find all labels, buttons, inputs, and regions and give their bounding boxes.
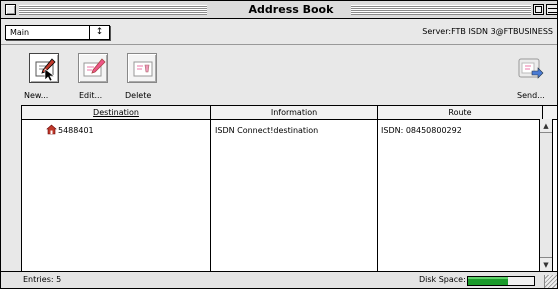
delete-card-icon — [133, 61, 153, 77]
delete-button-label[interactable]: Delete — [125, 91, 151, 100]
send-icon — [518, 58, 544, 79]
delete-entry-button[interactable] — [127, 53, 157, 83]
disk-space-meter — [467, 276, 535, 286]
scroll-up-arrow-icon[interactable]: ▲ — [540, 119, 552, 133]
address-table: Destination Information Route 5488401 IS… — [21, 105, 557, 271]
disk-space-label: Disk Space: — [419, 275, 466, 284]
new-entry-button[interactable] — [29, 53, 59, 83]
new-button-label[interactable]: New... — [24, 91, 48, 100]
updown-arrow-icon: ↕ — [89, 26, 109, 39]
edit-entry-button[interactable] — [78, 53, 108, 83]
disk-space-fill — [468, 277, 508, 285]
scroll-down-arrow-icon[interactable]: ▼ — [540, 257, 552, 271]
column-header-route[interactable]: Route — [378, 106, 543, 119]
column-header-information[interactable]: Information — [211, 106, 378, 119]
table-header: Destination Information Route — [22, 106, 557, 120]
collapse-box-icon[interactable] — [546, 4, 557, 15]
send-button[interactable] — [514, 53, 544, 83]
column-divider — [210, 120, 211, 271]
resize-grip-icon[interactable] — [544, 275, 557, 288]
edit-button-label[interactable]: Edit... — [79, 91, 102, 100]
close-box-icon[interactable] — [5, 4, 16, 15]
column-header-destination[interactable]: Destination — [22, 106, 211, 119]
address-book-selector[interactable]: Main ↕ — [5, 25, 110, 40]
title-stripes-right — [351, 5, 531, 15]
column-divider — [377, 120, 378, 271]
cell-destination: 5488401 — [58, 126, 94, 135]
address-book-window: Address Book Main ↕ Server:FTB ISDN 3@FT… — [0, 0, 558, 289]
title-stripes-left — [19, 5, 207, 15]
selector-value: Main — [10, 28, 30, 37]
edit-card-icon — [83, 58, 106, 77]
vertical-scrollbar[interactable]: ▲ ▼ — [539, 119, 553, 271]
status-bar: Entries: 5 Disk Space: — [1, 271, 557, 288]
new-card-icon — [35, 58, 56, 82]
window-title: Address Book — [231, 3, 351, 17]
house-icon — [46, 124, 57, 135]
server-info: Server:FTB ISDN 3@FTBUSINESS — [422, 27, 553, 36]
send-button-label[interactable]: Send... — [517, 91, 545, 100]
title-bar[interactable]: Address Book — [1, 1, 557, 19]
cell-information: ISDN Connect!destination — [215, 126, 319, 135]
entries-count: Entries: 5 — [23, 275, 62, 284]
divider — [1, 44, 557, 45]
cell-route: ISDN: 08450800292 — [381, 126, 462, 135]
zoom-box-icon[interactable] — [533, 4, 544, 15]
